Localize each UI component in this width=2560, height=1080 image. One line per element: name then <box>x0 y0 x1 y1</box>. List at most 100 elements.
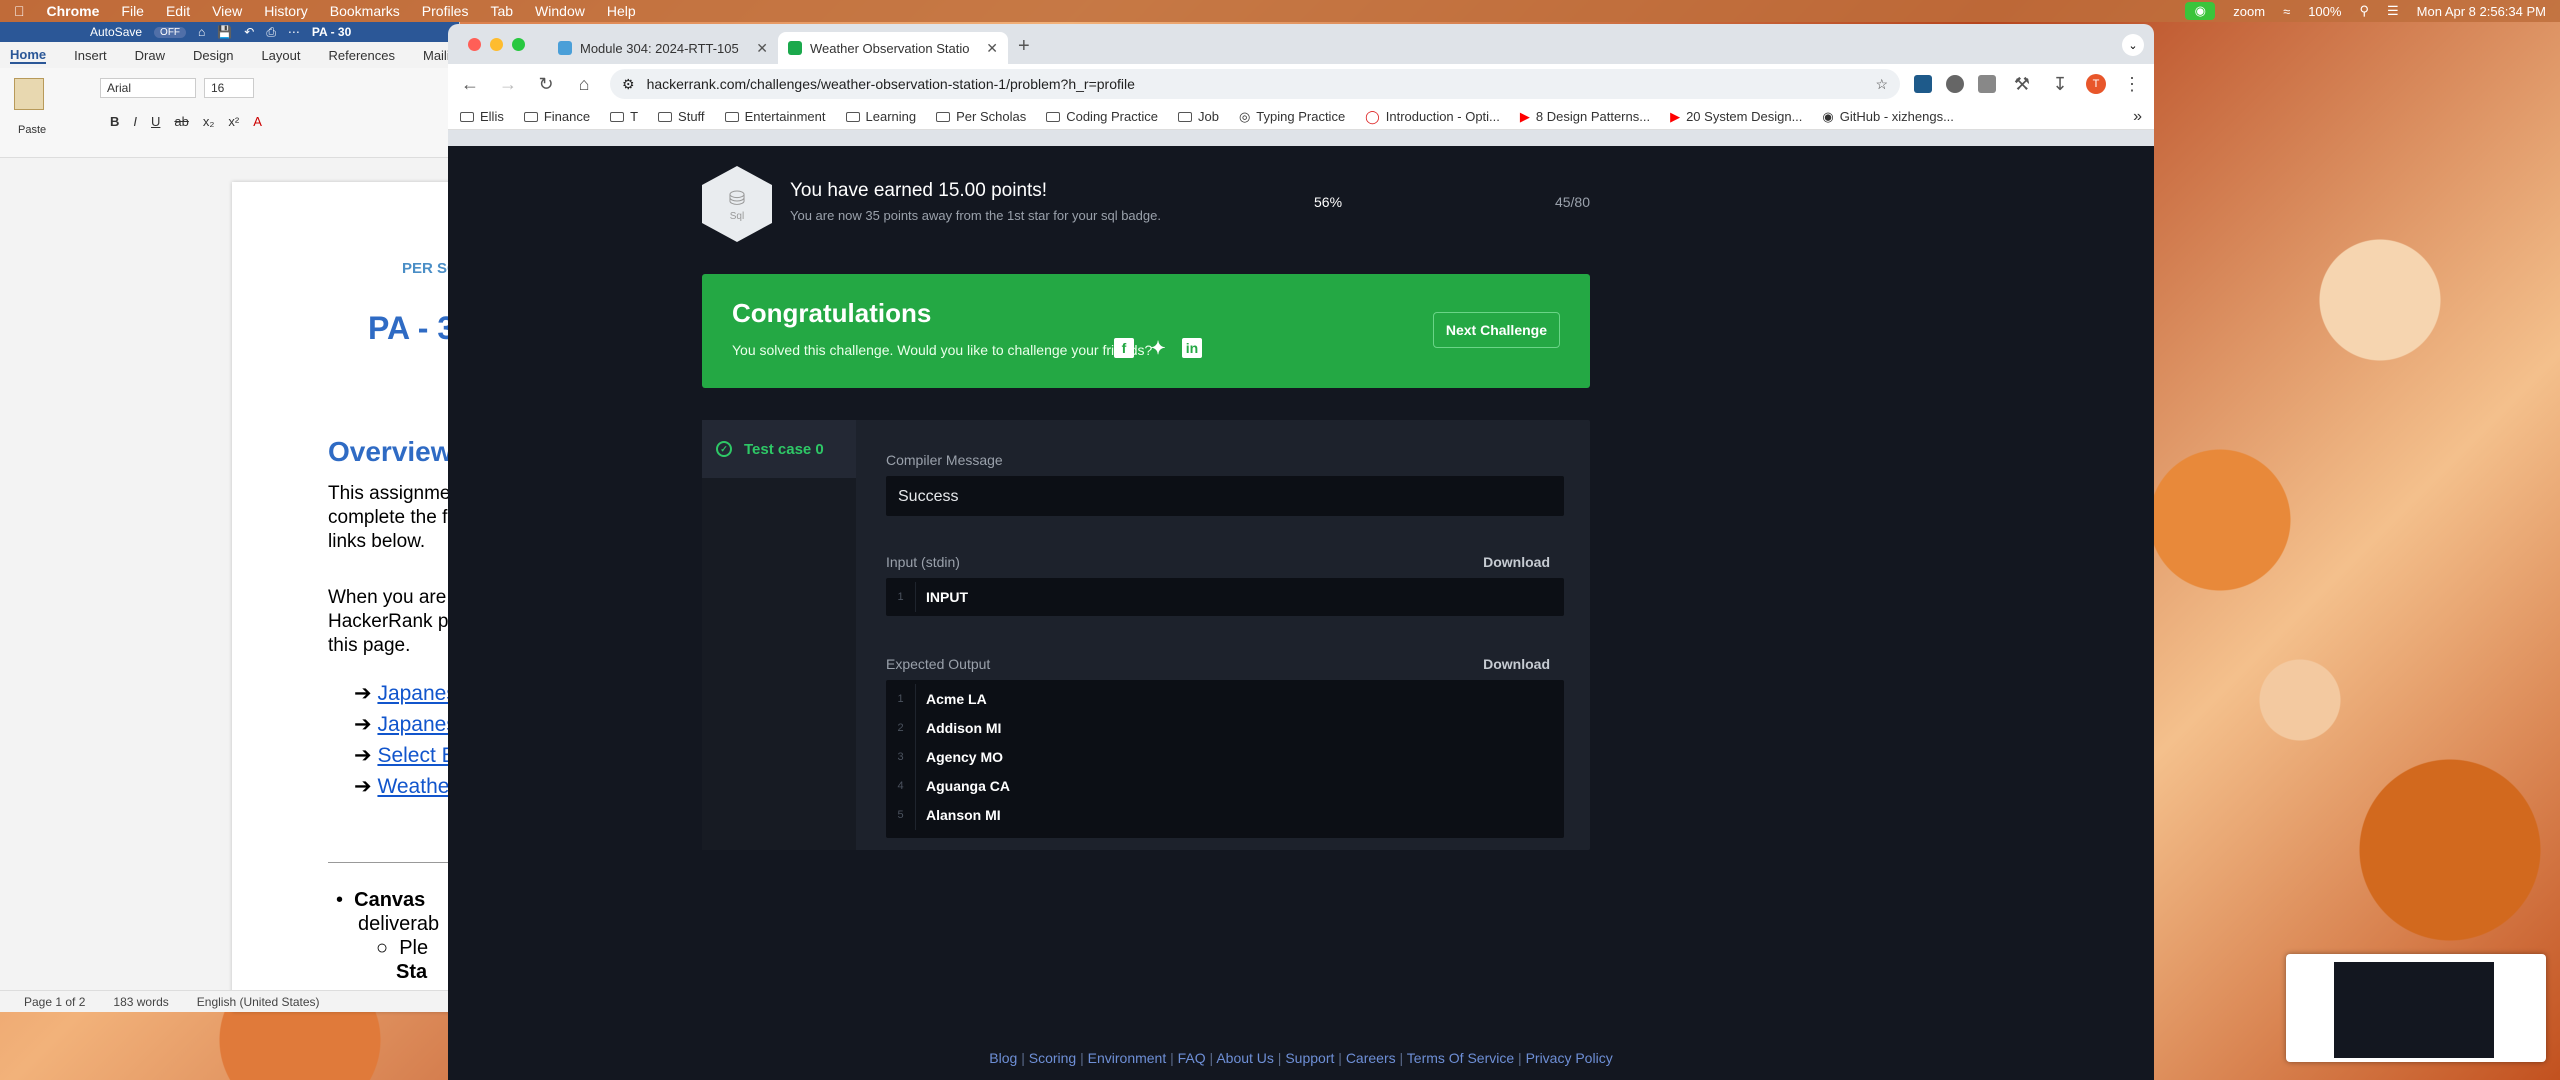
menu-edit[interactable]: Edit <box>166 3 190 19</box>
footer-link-privacy[interactable]: Privacy Policy <box>1526 1050 1613 1066</box>
doc-link[interactable]: Japanes <box>377 713 456 736</box>
word-tab-draw[interactable]: Draw <box>135 48 165 63</box>
bookmark-folder[interactable]: Ellis <box>460 109 504 124</box>
font-size-select[interactable]: 16 <box>204 78 254 98</box>
bookmark-link[interactable]: ◉ GitHub - xizhengs... <box>1822 109 1954 125</box>
tab-weather-observation[interactable]: Weather Observation Station ✕ <box>778 32 1008 64</box>
bookmark-folder[interactable]: Learning <box>845 109 916 124</box>
bookmark-folder[interactable]: Job <box>1177 109 1219 124</box>
zoom-label[interactable]: zoom <box>2233 4 2265 19</box>
extension-icon[interactable] <box>1978 75 1996 93</box>
clock[interactable]: Mon Apr 8 2:56:34 PM <box>2417 4 2546 19</box>
menu-bookmarks[interactable]: Bookmarks <box>330 3 400 19</box>
tab-module-304[interactable]: Module 304: 2024-RTT-105 ✕ <box>548 32 778 64</box>
search-icon[interactable]: ⚲ <box>2359 3 2369 19</box>
footer-link-scoring[interactable]: Scoring <box>1029 1050 1076 1066</box>
bookmark-folder[interactable]: Per Scholas <box>936 109 1026 124</box>
autosave-toggle[interactable]: OFF <box>154 26 187 38</box>
input-download-link[interactable]: Download <box>1483 554 1550 570</box>
battery-label[interactable]: 100% <box>2308 4 2341 19</box>
menu-file[interactable]: File <box>121 3 144 19</box>
maximize-window-button[interactable] <box>512 38 525 51</box>
word-tab-home[interactable]: Home <box>10 47 47 64</box>
wifi-icon[interactable]: ≈ <box>2283 4 2290 19</box>
forward-icon[interactable]: → <box>496 74 520 95</box>
footer-link-support[interactable]: Support <box>1285 1050 1334 1066</box>
bookmark-folder[interactable]: T <box>610 109 638 124</box>
menu-view[interactable]: View <box>212 3 242 19</box>
address-bar[interactable]: ⚙ hackerrank.com/challenges/weather-obse… <box>610 69 1900 99</box>
italic-icon[interactable]: I <box>133 114 137 129</box>
word-tab-insert[interactable]: Insert <box>74 48 107 63</box>
strikethrough-icon[interactable]: ab <box>174 114 188 129</box>
font-name-select[interactable]: Arial <box>100 78 196 98</box>
doc-link-item[interactable]: ➔ Weathe <box>354 771 457 802</box>
extension-icon[interactable] <box>1914 75 1932 93</box>
menu-app-name[interactable]: Chrome <box>47 3 100 19</box>
bookmark-folder[interactable]: Finance <box>523 109 590 124</box>
control-center-icon[interactable]: ☰ <box>2387 3 2399 19</box>
footer-link-faq[interactable]: FAQ <box>1178 1050 1206 1066</box>
bookmark-folder[interactable]: Entertainment <box>724 109 826 124</box>
paste-label[interactable]: Paste <box>18 124 46 136</box>
extensions-puzzle-icon[interactable]: ⚒ <box>2010 74 2034 95</box>
menu-profiles[interactable]: Profiles <box>422 3 469 19</box>
home-icon[interactable]: ⌂ <box>198 25 205 39</box>
doc-link-item[interactable]: ➔ Select E <box>354 740 457 771</box>
footer-link-environment[interactable]: Environment <box>1088 1050 1167 1066</box>
back-icon[interactable]: ← <box>458 74 482 95</box>
bookmark-folder[interactable]: Coding Practice <box>1046 109 1158 124</box>
print-icon[interactable]: ⎙ <box>266 25 276 40</box>
doc-link-item[interactable]: ➔ Japanes <box>354 709 457 740</box>
bookmark-link[interactable]: ◎ Typing Practice <box>1239 109 1345 125</box>
font-color-icon[interactable]: A <box>253 114 262 129</box>
video-camera-icon[interactable]: ◉ <box>2185 2 2216 20</box>
extension-icon[interactable] <box>1946 75 1964 93</box>
output-download-link[interactable]: Download <box>1483 656 1550 672</box>
bookmark-star-icon[interactable]: ☆ <box>1875 76 1888 93</box>
bookmark-folder[interactable]: Stuff <box>658 109 705 124</box>
word-tab-layout[interactable]: Layout <box>261 48 300 63</box>
footer-link-careers[interactable]: Careers <box>1346 1050 1396 1066</box>
footer-link-terms[interactable]: Terms Of Service <box>1407 1050 1514 1066</box>
superscript-icon[interactable]: x² <box>228 114 239 129</box>
menu-help[interactable]: Help <box>607 3 636 19</box>
menu-window[interactable]: Window <box>535 3 585 19</box>
menu-tab[interactable]: Tab <box>490 3 513 19</box>
word-tab-mailings[interactable]: Maili <box>423 48 450 63</box>
download-icon[interactable]: ↧ <box>2048 74 2072 95</box>
close-window-button[interactable] <box>468 38 481 51</box>
bookmark-link[interactable]: ◯ Introduction - Opti... <box>1365 109 1500 125</box>
minimize-window-button[interactable] <box>490 38 503 51</box>
undo-icon[interactable]: ↶ <box>244 25 254 39</box>
close-tab-icon[interactable]: ✕ <box>986 40 998 57</box>
subscript-icon[interactable]: x₂ <box>203 114 215 129</box>
bookmark-link[interactable]: ▶ 8 Design Patterns... <box>1520 109 1650 125</box>
doc-link[interactable]: Weathe <box>377 775 449 798</box>
facebook-icon[interactable]: f <box>1114 338 1134 358</box>
screenshot-thumbnail[interactable] <box>2286 954 2546 1062</box>
profile-avatar[interactable]: T <box>2086 74 2106 94</box>
linkedin-icon[interactable]: in <box>1182 338 1202 358</box>
home-icon[interactable]: ⌂ <box>572 74 596 95</box>
chrome-menu-icon[interactable]: ⋮ <box>2120 74 2144 95</box>
save-icon[interactable]: 💾 <box>217 25 232 39</box>
word-tab-design[interactable]: Design <box>193 48 233 63</box>
footer-link-about[interactable]: About Us <box>1216 1050 1274 1066</box>
url-text[interactable]: hackerrank.com/challenges/weather-observ… <box>647 76 1135 92</box>
reload-icon[interactable]: ↻ <box>534 74 558 95</box>
footer-link-blog[interactable]: Blog <box>989 1050 1017 1066</box>
menu-history[interactable]: History <box>264 3 308 19</box>
paste-icon[interactable] <box>14 78 44 110</box>
word-count[interactable]: 183 words <box>113 995 168 1009</box>
word-tab-references[interactable]: References <box>329 48 395 63</box>
language[interactable]: English (United States) <box>197 995 320 1009</box>
doc-link[interactable]: Select E <box>377 744 455 767</box>
underline-icon[interactable]: U <box>151 114 160 129</box>
tab-search-chevron-icon[interactable]: ⌄ <box>2122 34 2144 56</box>
new-tab-icon[interactable]: + <box>1018 35 1030 58</box>
bookmark-link[interactable]: ▶ 20 System Design... <box>1670 109 1802 125</box>
test-case-item[interactable]: ✓ Test case 0 <box>702 420 856 478</box>
doc-link[interactable]: Japanes <box>377 682 456 705</box>
bold-icon[interactable]: B <box>110 114 119 129</box>
